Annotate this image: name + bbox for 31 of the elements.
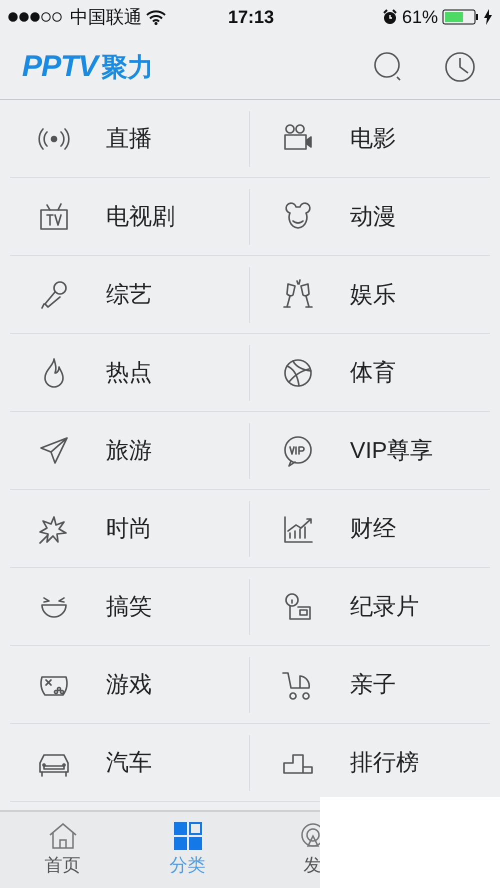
battery-icon bbox=[442, 8, 480, 26]
wifi-icon bbox=[146, 10, 166, 24]
home-icon bbox=[48, 822, 78, 850]
category-item[interactable]: 动漫 bbox=[280, 178, 490, 255]
category-item[interactable]: 游戏 bbox=[36, 646, 249, 723]
category-item[interactable]: 综艺 bbox=[36, 256, 249, 333]
category-item[interactable]: 热点 bbox=[36, 334, 249, 411]
category-item[interactable]: 时尚 bbox=[36, 490, 249, 567]
category-item[interactable]: VIP尊享 bbox=[280, 412, 490, 489]
category-item[interactable]: 娱乐 bbox=[280, 256, 490, 333]
tab-item[interactable]: 首页 bbox=[0, 812, 125, 888]
grid-icon bbox=[172, 822, 202, 850]
category-item[interactable]: 电视剧 bbox=[36, 178, 249, 255]
logo-suffix: 聚力 bbox=[101, 51, 154, 84]
carrier-name: 中国联通 bbox=[70, 6, 142, 28]
category-item[interactable]: 财经 bbox=[280, 490, 490, 567]
category-item[interactable]: 亲子 bbox=[280, 646, 490, 723]
logo-text: PPTV bbox=[22, 44, 98, 89]
category-item[interactable]: 体育 bbox=[280, 334, 490, 411]
alarm-clock-icon bbox=[382, 9, 398, 25]
category-item[interactable]: 搞笑 bbox=[36, 568, 249, 645]
category-item[interactable]: 纪录片 bbox=[280, 568, 490, 645]
category-item[interactable]: 直播 bbox=[36, 100, 249, 177]
category-item[interactable]: 排行榜 bbox=[280, 724, 490, 801]
category-item[interactable]: 电影 bbox=[280, 100, 490, 177]
category-item[interactable]: 旅游 bbox=[36, 412, 249, 489]
charging-bolt-icon bbox=[484, 9, 492, 25]
battery-percentage: 61% bbox=[402, 6, 438, 28]
status-time: 17:13 bbox=[228, 6, 274, 28]
clock-icon bbox=[444, 50, 476, 82]
category-item[interactable]: 汽车 bbox=[36, 724, 249, 801]
